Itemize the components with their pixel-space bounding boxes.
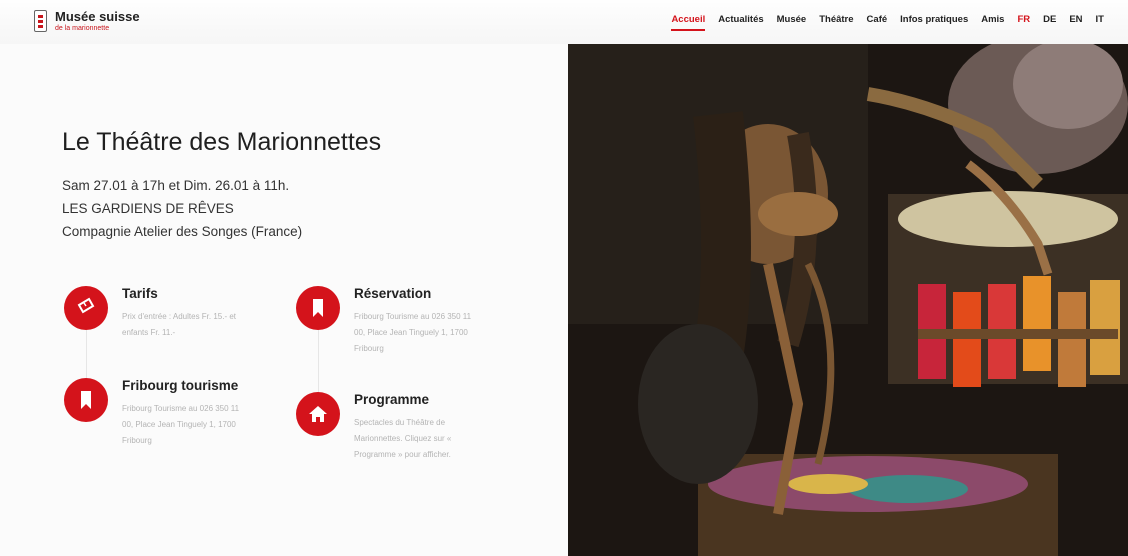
- bookmark-icon: [64, 378, 108, 422]
- top-bar: Musée suisse de la marionnette Accueil A…: [0, 0, 1128, 44]
- info-body: Tarifs Prix d'entrée : Adultes Fr. 15.- …: [122, 286, 250, 341]
- bookmark-icon: [296, 286, 340, 330]
- logo[interactable]: Musée suisse de la marionnette: [34, 10, 140, 34]
- nav-infos-pratiques[interactable]: Infos pratiques: [900, 14, 968, 31]
- info-programme[interactable]: Programme Spectacles du Théâtre de Mario…: [296, 392, 482, 463]
- event-details: Sam 27.01 à 17h et Dim. 26.01 à 11h. LES…: [62, 174, 302, 243]
- lang-en[interactable]: EN: [1069, 14, 1082, 31]
- event-date: Sam 27.01 à 17h et Dim. 26.01 à 11h.: [62, 178, 290, 193]
- info-body: Programme Spectacles du Théâtre de Mario…: [354, 392, 482, 463]
- page-title: Le Théâtre des Marionnettes: [62, 128, 382, 156]
- info-text: Fribourg Tourisme au 026 350 11 00, Plac…: [354, 312, 472, 353]
- nav-cafe[interactable]: Café: [867, 14, 888, 31]
- nav-theatre[interactable]: Théâtre: [819, 14, 853, 31]
- ticket-icon: [64, 286, 108, 330]
- nav-musee[interactable]: Musée: [777, 14, 807, 31]
- info-title: Programme: [354, 392, 430, 407]
- info-body: Réservation Fribourg Tourisme au 026 350…: [354, 286, 482, 357]
- logo-title: Musée suisse: [55, 9, 140, 24]
- home-icon: [296, 392, 340, 436]
- nav-amis[interactable]: Amis: [981, 14, 1004, 31]
- event-company: Compagnie Atelier des Songes (France): [62, 224, 303, 239]
- puppet-scene-image: [568, 44, 1128, 556]
- nav-actualites[interactable]: Actualités: [718, 14, 763, 31]
- lang-de[interactable]: DE: [1043, 14, 1056, 31]
- nav-accueil[interactable]: Accueil: [671, 14, 706, 31]
- info-title: Tarifs: [122, 286, 158, 301]
- info-fribourg-tourisme[interactable]: Fribourg tourisme Fribourg Tourisme au 0…: [64, 378, 250, 449]
- info-text: Prix d'entrée : Adultes Fr. 15.- et enfa…: [122, 312, 237, 337]
- logo-text: Musée suisse de la marionnette: [55, 10, 140, 34]
- puppet-logo-icon: [34, 10, 47, 32]
- info-body: Fribourg tourisme Fribourg Tourisme au 0…: [122, 378, 250, 449]
- info-title: Réservation: [354, 286, 432, 301]
- lang-fr[interactable]: FR: [1017, 14, 1030, 31]
- logo-subtitle: de la marionnette: [55, 25, 110, 32]
- hero-photo: [568, 44, 1128, 556]
- info-text: Fribourg Tourisme au 026 350 11 00, Plac…: [122, 404, 240, 445]
- info-tarifs[interactable]: Tarifs Prix d'entrée : Adultes Fr. 15.- …: [64, 286, 250, 341]
- lang-it[interactable]: IT: [1096, 14, 1104, 31]
- event-show-title: LES GARDIENS DE RÊVES: [62, 201, 234, 216]
- info-title: Fribourg tourisme: [122, 378, 239, 393]
- info-reservation[interactable]: Réservation Fribourg Tourisme au 026 350…: [296, 286, 482, 357]
- main-nav: Accueil Actualités Musée Théâtre Café In…: [671, 14, 1104, 31]
- info-text: Spectacles du Théâtre de Marionnettes. C…: [354, 418, 452, 459]
